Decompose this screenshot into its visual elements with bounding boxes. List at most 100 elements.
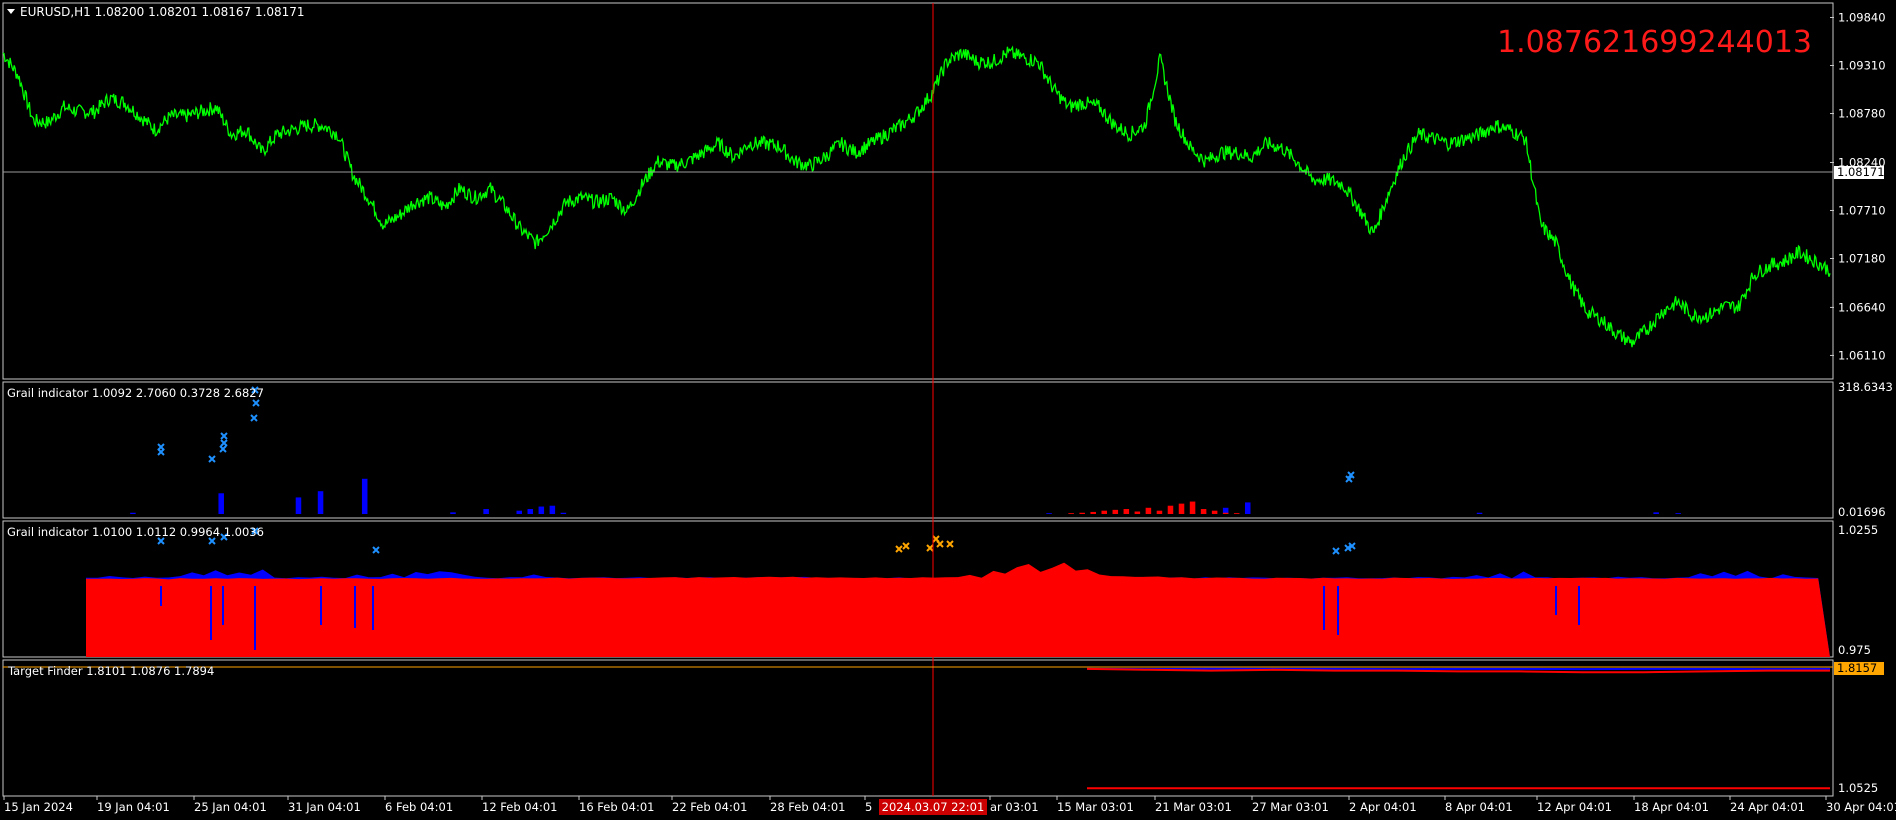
y-tick-label: 1.09840 bbox=[1838, 10, 1886, 24]
signal-x-marker bbox=[926, 544, 934, 552]
chart-stage[interactable]: 1.098401.093101.087801.082401.077101.071… bbox=[0, 0, 1896, 820]
x-tick-label: 5 bbox=[865, 800, 872, 814]
grail1-red-bar bbox=[1090, 511, 1096, 514]
y-tick-label: 1.06640 bbox=[1838, 300, 1886, 314]
grail1-blue-bar bbox=[483, 509, 489, 514]
grail1-blue-bar bbox=[1244, 502, 1251, 514]
signal-x-marker bbox=[219, 445, 227, 453]
grail1-header: Grail indicator 1.0092 2.7060 0.3728 2.6… bbox=[7, 386, 264, 400]
grail2-blue-spike bbox=[1578, 586, 1580, 625]
target-panel-frame bbox=[2, 659, 1834, 797]
signal-x-marker bbox=[895, 545, 903, 553]
grail1-blue-bar bbox=[527, 509, 534, 514]
grail2-y-tick-label: 0.975 bbox=[1838, 643, 1871, 657]
x-tick-label: 8 Apr 04:01 bbox=[1445, 800, 1513, 814]
signal-x-marker bbox=[208, 455, 216, 463]
current-price-tag: 1.08171 bbox=[1837, 165, 1885, 179]
x-tick-label: 27 Mar 03:01 bbox=[1252, 800, 1329, 814]
grail1-red-bar bbox=[1101, 510, 1108, 514]
x-tick-label: 15 Mar 03:01 bbox=[1057, 800, 1134, 814]
grail1-red-bar bbox=[1123, 509, 1130, 514]
signal-x-marker bbox=[252, 399, 260, 407]
grail2-header: Grail indicator 1.0100 1.0112 0.9964 1.0… bbox=[7, 525, 264, 539]
x-tick-label: 12 Feb 04:01 bbox=[482, 800, 557, 814]
grail2-red-area bbox=[86, 562, 1830, 657]
signal-x-marker bbox=[372, 546, 380, 554]
target-tag: 1.8157 bbox=[1837, 661, 1877, 675]
signal-x-marker bbox=[157, 448, 165, 456]
y-tick-label: 1.06110 bbox=[1838, 348, 1886, 362]
collapse-triangle-icon[interactable] bbox=[7, 9, 15, 14]
x-tick-label: 28 Feb 04:01 bbox=[770, 800, 845, 814]
x-tick-label: 24 Apr 04:01 bbox=[1730, 800, 1805, 814]
y-tick-label: 1.07180 bbox=[1838, 251, 1886, 265]
signal-x-marker bbox=[902, 542, 910, 550]
grail2-plot bbox=[86, 562, 1830, 657]
x-tick-label: 22 Feb 04:01 bbox=[672, 800, 747, 814]
signal-x-marker bbox=[936, 540, 944, 548]
grail2-blue-spike bbox=[222, 586, 224, 625]
x-tick-label: 18 Apr 04:01 bbox=[1634, 800, 1709, 814]
grail1-red-bar bbox=[1134, 511, 1141, 514]
x-tick-label: 16 Feb 04:01 bbox=[579, 800, 654, 814]
grail1-blue-bar bbox=[130, 512, 136, 514]
grail2-blue-spike bbox=[372, 586, 374, 630]
grail1-red-bar bbox=[1079, 512, 1085, 514]
x-tick-label: 19 Jan 04:01 bbox=[97, 800, 170, 814]
grail1-blue-bar bbox=[1046, 513, 1052, 514]
target-plot bbox=[1086, 667, 1831, 790]
grail1-red-bar bbox=[1145, 507, 1152, 514]
y-tick-label: 1.07710 bbox=[1838, 203, 1886, 217]
grail2-blue-spike bbox=[1555, 586, 1557, 615]
grail1-blue-bar bbox=[218, 493, 224, 514]
target-header: Target Finder 1.8101 1.0876 1.7894 bbox=[7, 664, 214, 678]
signal-x-marker bbox=[250, 414, 258, 422]
grail2-blue-spike bbox=[254, 586, 256, 650]
signal-x-marker bbox=[1332, 547, 1340, 555]
x-tick-label: 30 Apr 04:01 bbox=[1826, 800, 1896, 814]
x-tick-label: 31 Jan 04:01 bbox=[288, 800, 361, 814]
grail1-y-tick-label: 0.01696 bbox=[1838, 505, 1886, 519]
grail1-red-bar bbox=[1189, 501, 1196, 514]
grail1-plot bbox=[130, 478, 1681, 514]
grail2-blue-spike bbox=[210, 586, 212, 640]
grail1-blue-bar bbox=[560, 512, 567, 514]
grail1-red-bar bbox=[1222, 512, 1229, 514]
grail1-red-bar bbox=[1068, 513, 1074, 514]
grail1-red-bar bbox=[1211, 510, 1218, 514]
grail2-blue-spike bbox=[320, 586, 322, 625]
x-tick-label: 21 Mar 03:01 bbox=[1155, 800, 1232, 814]
grail2-y-tick-label: 1.0255 bbox=[1838, 523, 1878, 537]
grail1-panel-frame bbox=[2, 381, 1834, 519]
signal-x-marker bbox=[946, 540, 954, 548]
main-price-plot bbox=[2, 45, 1831, 348]
grail1-red-bar bbox=[1178, 503, 1185, 514]
grail1-red-bar bbox=[1233, 513, 1240, 514]
grail1-blue-bar bbox=[549, 505, 556, 514]
grail1-red-bar bbox=[1156, 510, 1163, 514]
grail1-red-bar bbox=[1112, 509, 1119, 514]
x-tick-label: 25 Jan 04:01 bbox=[194, 800, 267, 814]
grail1-blue-bar bbox=[317, 491, 324, 514]
x-tick-label: ar 03:01 bbox=[990, 800, 1039, 814]
signal-x-marker bbox=[220, 432, 228, 440]
grail2-blue-spike bbox=[160, 586, 162, 606]
main-header: EURUSD,H1 1.08200 1.08201 1.08167 1.0817… bbox=[20, 5, 305, 19]
signal-markers bbox=[157, 386, 1356, 555]
overlay-value: 1.087621699244013 bbox=[1497, 25, 1812, 60]
grail2-blue-spike bbox=[354, 586, 356, 628]
grail1-blue-bar bbox=[1675, 513, 1681, 514]
crosshair-date: 2024.03.07 22:01 bbox=[882, 800, 985, 814]
grail1-blue-bar bbox=[450, 512, 456, 514]
target-y-tick-label: 1.0525 bbox=[1838, 781, 1878, 795]
grail1-blue-bar bbox=[516, 510, 522, 514]
x-tick-label: 15 Jan 2024 bbox=[4, 800, 73, 814]
grail1-blue-bar bbox=[361, 478, 368, 514]
y-tick-label: 1.09310 bbox=[1838, 59, 1886, 73]
grail1-blue-bar bbox=[295, 497, 302, 514]
grail1-blue-bar bbox=[538, 506, 545, 514]
x-tick-label: 12 Apr 04:01 bbox=[1537, 800, 1612, 814]
grail1-red-bar bbox=[1200, 509, 1207, 514]
signal-x-marker bbox=[220, 439, 228, 447]
grail1-blue-bar bbox=[1653, 512, 1659, 514]
